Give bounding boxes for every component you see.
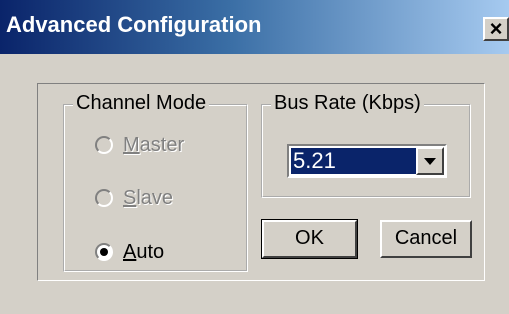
bus-rate-group: Bus Rate (Kbps) 5.21 [261,92,471,198]
radio-slave-circle[interactable] [95,189,113,207]
radio-auto-circle[interactable] [95,243,113,261]
channel-mode-title: Channel Mode [73,92,210,115]
bus-rate-title: Bus Rate (Kbps) [271,92,424,115]
dropdown-button[interactable] [416,147,444,175]
radio-master-circle[interactable] [95,136,113,154]
cancel-button[interactable]: Cancel [380,220,472,258]
bus-rate-select[interactable]: 5.21 [287,144,447,178]
close-button[interactable]: × [483,17,509,41]
bus-rate-value[interactable]: 5.21 [291,148,416,174]
radio-auto-label: Auto [123,241,165,263]
window-title: Advanced Configuration [6,12,262,37]
radio-master-label: Master [123,134,185,156]
channel-mode-group: Channel Mode Master Slave Auto [63,92,248,272]
ok-button[interactable]: OK [261,219,358,259]
chevron-down-icon [424,158,436,165]
close-icon: × [489,16,503,41]
radio-selected-dot [100,248,108,256]
title-bar[interactable]: Advanced Configuration × [0,0,509,54]
config-panel: Channel Mode Master Slave Auto Bus Rate … [37,83,485,281]
radio-slave-label: Slave [123,187,174,209]
